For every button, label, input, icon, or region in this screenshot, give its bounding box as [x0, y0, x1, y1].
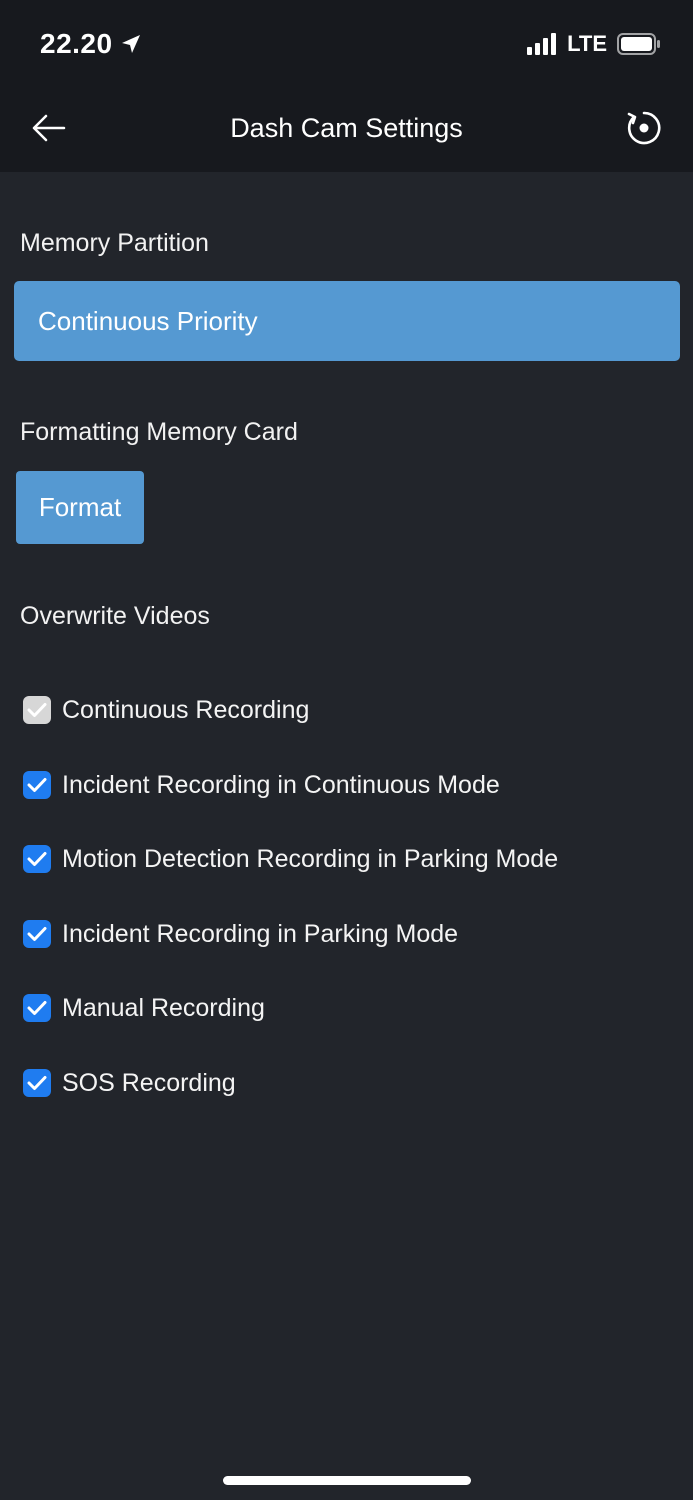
reset-button[interactable] — [622, 106, 666, 150]
checkbox[interactable] — [23, 771, 51, 799]
page-title: Dash Cam Settings — [230, 113, 463, 143]
checkbox[interactable] — [23, 920, 51, 948]
checkbox-row-continuous-recording[interactable]: Continuous Recording — [23, 695, 309, 725]
checkbox-label: Incident Recording in Parking Mode — [62, 919, 459, 948]
memory-partition-title: Memory Partition — [20, 229, 209, 257]
checkmark-icon — [27, 778, 47, 792]
home-indicator[interactable] — [223, 1476, 471, 1485]
checkbox-label: Manual Recording — [62, 993, 265, 1022]
status-time: 22.20 — [40, 28, 143, 60]
format-button[interactable]: Format — [16, 471, 144, 544]
checkbox-label: Motion Detection Recording in Parking Mo… — [62, 844, 559, 873]
checkbox-label: Continuous Recording — [62, 695, 310, 724]
header: 22.20 LTE Dash Cam Settings — [0, 0, 693, 172]
checkbox-row-manual-recording[interactable]: Manual Recording — [23, 993, 265, 1023]
checkbox[interactable] — [23, 994, 51, 1022]
checkbox-row-sos-recording[interactable]: SOS Recording — [23, 1068, 236, 1098]
checkmark-icon — [27, 1076, 47, 1090]
checkbox-row-motion-parking[interactable]: Motion Detection Recording in Parking Mo… — [23, 844, 558, 874]
signal-icon — [527, 33, 557, 55]
network-type: LTE — [567, 31, 607, 56]
memory-partition-select[interactable]: Continuous Priority — [14, 281, 680, 361]
checkmark-icon — [27, 1001, 47, 1015]
checkbox[interactable] — [23, 1069, 51, 1097]
status-indicators: LTE — [527, 30, 661, 58]
checkbox[interactable] — [23, 845, 51, 873]
format-section-title: Formatting Memory Card — [20, 418, 298, 446]
overwrite-section-title: Overwrite Videos — [20, 602, 210, 630]
checkbox-row-incident-parking[interactable]: Incident Recording in Parking Mode — [23, 919, 458, 949]
checkmark-icon — [27, 852, 47, 866]
checkmark-icon — [27, 703, 47, 717]
memory-partition-value: Continuous Priority — [38, 305, 258, 336]
checkbox[interactable] — [23, 696, 51, 724]
reset-icon — [627, 111, 661, 145]
checkmark-icon — [27, 927, 47, 941]
status-time-text: 22.20 — [40, 28, 113, 59]
battery-icon — [617, 33, 660, 55]
checkbox-row-incident-continuous[interactable]: Incident Recording in Continuous Mode — [23, 770, 500, 800]
checkbox-label: SOS Recording — [62, 1068, 236, 1097]
checkbox-label: Incident Recording in Continuous Mode — [62, 770, 500, 799]
location-arrow-icon — [121, 35, 140, 53]
